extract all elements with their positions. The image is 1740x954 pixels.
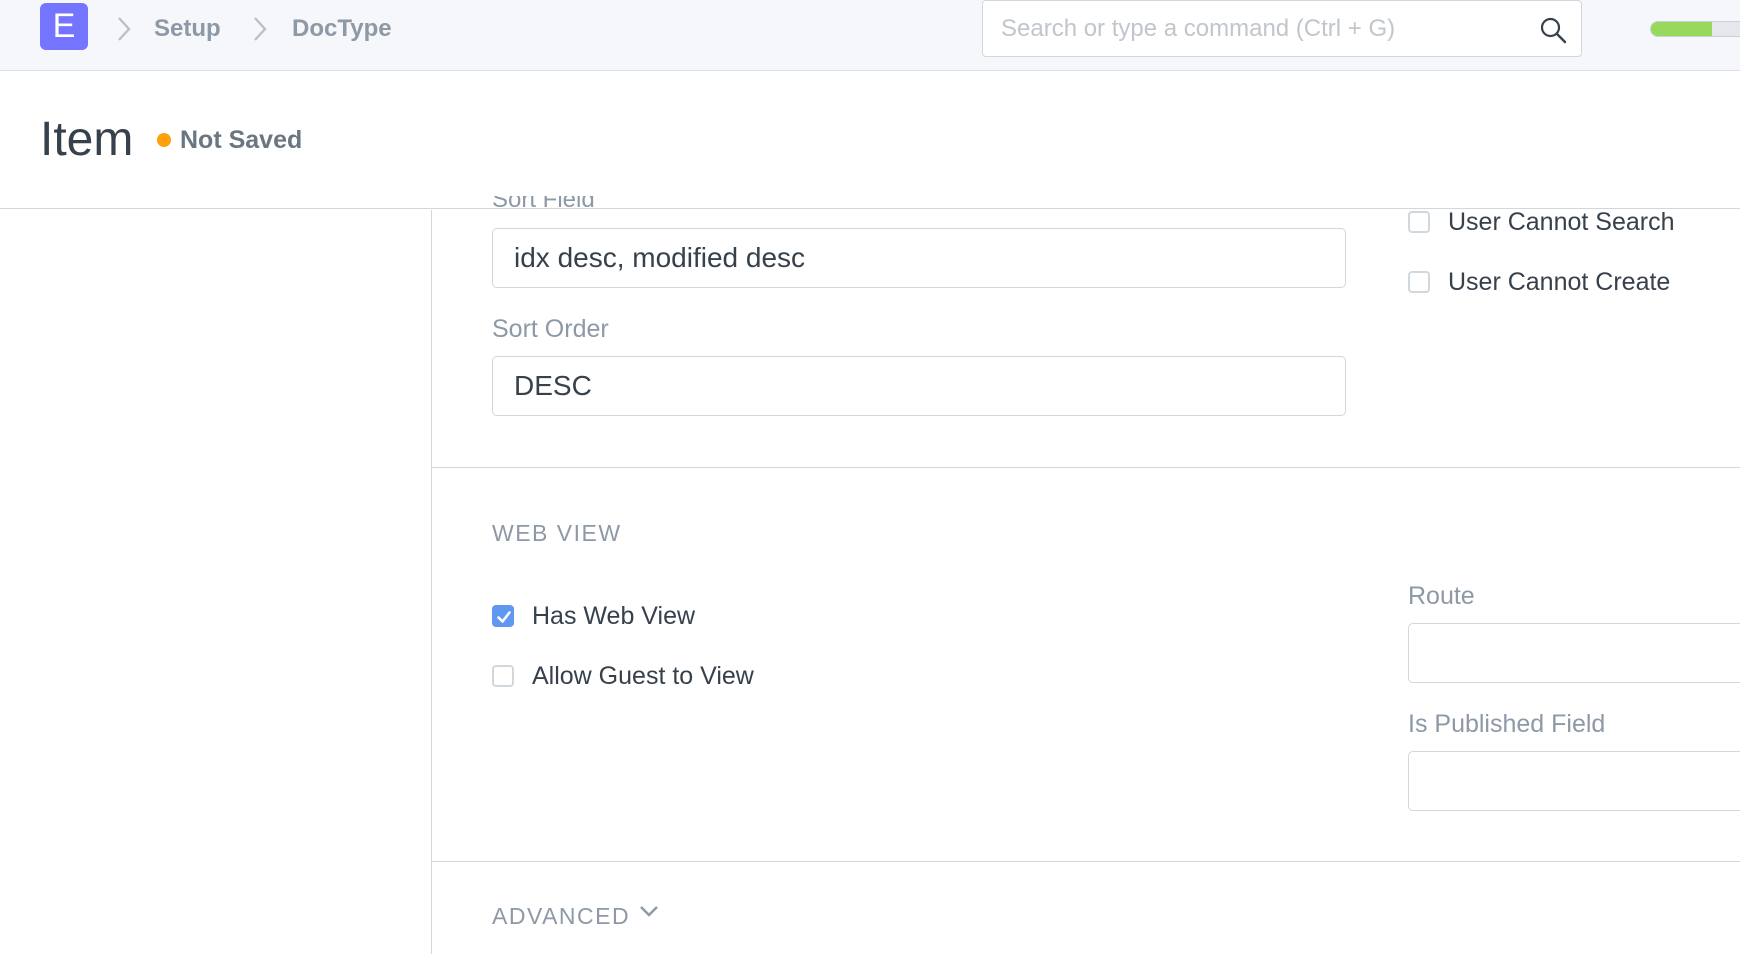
allow-guest-to-view-checkbox[interactable] bbox=[492, 665, 514, 687]
section-divider bbox=[432, 861, 1740, 862]
status-indicator: Not Saved bbox=[180, 126, 303, 154]
top-navbar: E Setup DocType bbox=[0, 0, 1740, 71]
search-icon[interactable] bbox=[1539, 16, 1567, 44]
status-indicator-dot bbox=[157, 133, 171, 147]
allow-guest-to-view-label: Allow Guest to View bbox=[532, 662, 754, 690]
progress-bar-fill bbox=[1651, 22, 1712, 36]
is-published-field-input[interactable] bbox=[1408, 751, 1740, 811]
user-cannot-create-checkbox[interactable] bbox=[1408, 271, 1430, 293]
progress-bar bbox=[1650, 21, 1740, 37]
has-web-view-label: Has Web View bbox=[532, 602, 696, 630]
chevron-right-icon bbox=[114, 15, 136, 43]
advanced-section-heading[interactable]: ADVANCED bbox=[492, 902, 630, 930]
sort-order-label: Sort Order bbox=[492, 315, 609, 343]
route-label: Route bbox=[1408, 582, 1475, 610]
sort-field-label-clipped: Sort Field bbox=[492, 196, 595, 210]
sidebar-divider bbox=[431, 210, 432, 954]
sort-order-select[interactable]: DESC bbox=[492, 356, 1346, 416]
breadcrumb-setup[interactable]: Setup bbox=[154, 15, 221, 43]
checkmark-icon bbox=[497, 611, 511, 623]
user-cannot-search-checkbox[interactable] bbox=[1408, 211, 1430, 233]
search-input[interactable] bbox=[1001, 13, 1521, 45]
web-view-section-heading: WEB VIEW bbox=[492, 520, 622, 546]
user-cannot-search-label: User Cannot Search bbox=[1448, 208, 1675, 236]
has-web-view-checkbox[interactable] bbox=[492, 605, 514, 627]
user-cannot-create-label: User Cannot Create bbox=[1448, 268, 1671, 296]
chevron-down-icon[interactable] bbox=[638, 903, 660, 919]
chevron-right-icon bbox=[250, 15, 272, 43]
app-logo[interactable]: E bbox=[40, 3, 88, 50]
breadcrumb-doctype[interactable]: DocType bbox=[292, 15, 392, 43]
section-divider bbox=[432, 467, 1740, 468]
page-title: Item bbox=[40, 113, 134, 166]
sort-field-input[interactable]: idx desc, modified desc bbox=[492, 228, 1346, 288]
route-input[interactable] bbox=[1408, 623, 1740, 683]
search-box[interactable] bbox=[982, 0, 1582, 57]
is-published-field-label: Is Published Field bbox=[1408, 710, 1606, 738]
